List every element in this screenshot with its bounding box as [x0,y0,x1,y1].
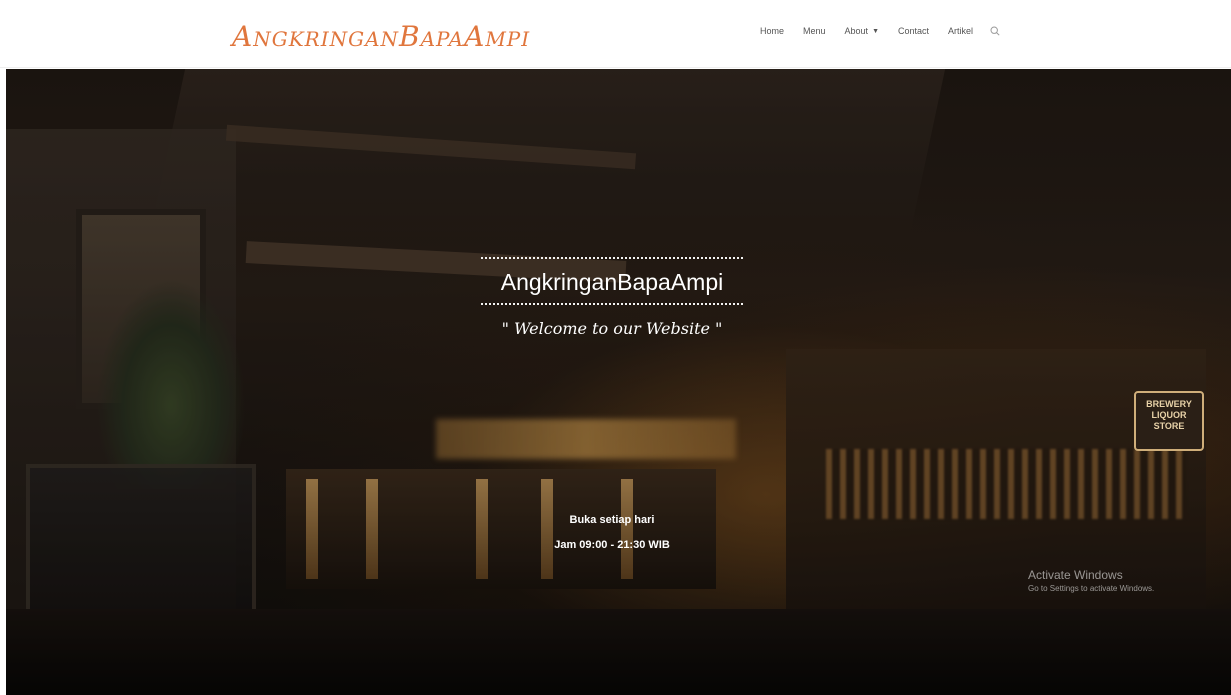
watermark-title: Activate Windows [1028,568,1123,582]
nav-artikel[interactable]: Artikel [948,26,973,36]
windows-activation-watermark: Activate Windows Go to Settings to activ… [1028,568,1154,593]
nav-contact[interactable]: Contact [898,26,929,36]
hero-title: AngkringanBapaAmpi [500,269,724,295]
nav-menu[interactable]: Menu [803,26,826,36]
nav-about-label: About [844,26,869,36]
hero-banner: BREWERY LIQUOR STORE [6,69,1231,695]
hours-line-2: Jam 09:00 - 21:30 WIB [554,539,670,551]
page: AngkringanBapaAmpi Home Menu About ▼ Con… [0,0,1231,695]
hours-line-1: Buka setiap hari [569,514,655,526]
nav-artikel-label: Artikel [948,26,974,36]
nav-home-label: Home [760,26,785,36]
dotted-divider-top [481,257,743,259]
main-nav: Home Menu About ▼ Contact Artikel [760,24,1002,38]
chevron-down-icon: ▼ [872,27,879,35]
nav-home[interactable]: Home [760,26,784,36]
hero-tagline: " Welcome to our Website " [501,319,723,338]
site-logo[interactable]: AngkringanBapaAmpi [232,20,530,53]
dotted-divider-bottom [481,303,743,305]
hero-title-block: AngkringanBapaAmpi [481,257,743,305]
nav-contact-label: Contact [898,26,930,36]
nav-about[interactable]: About ▼ [845,26,879,36]
liquor-sign: BREWERY LIQUOR STORE [1134,391,1204,451]
nav-menu-label: Menu [803,26,826,36]
search-icon[interactable] [988,24,1002,38]
site-header: AngkringanBapaAmpi Home Menu About ▼ Con… [0,0,1231,68]
hero-overlay [6,69,1231,695]
opening-hours: Buka setiap hari Jam 09:00 - 21:30 WIB [481,514,743,551]
watermark-subtitle: Go to Settings to activate Windows. [1028,584,1155,593]
